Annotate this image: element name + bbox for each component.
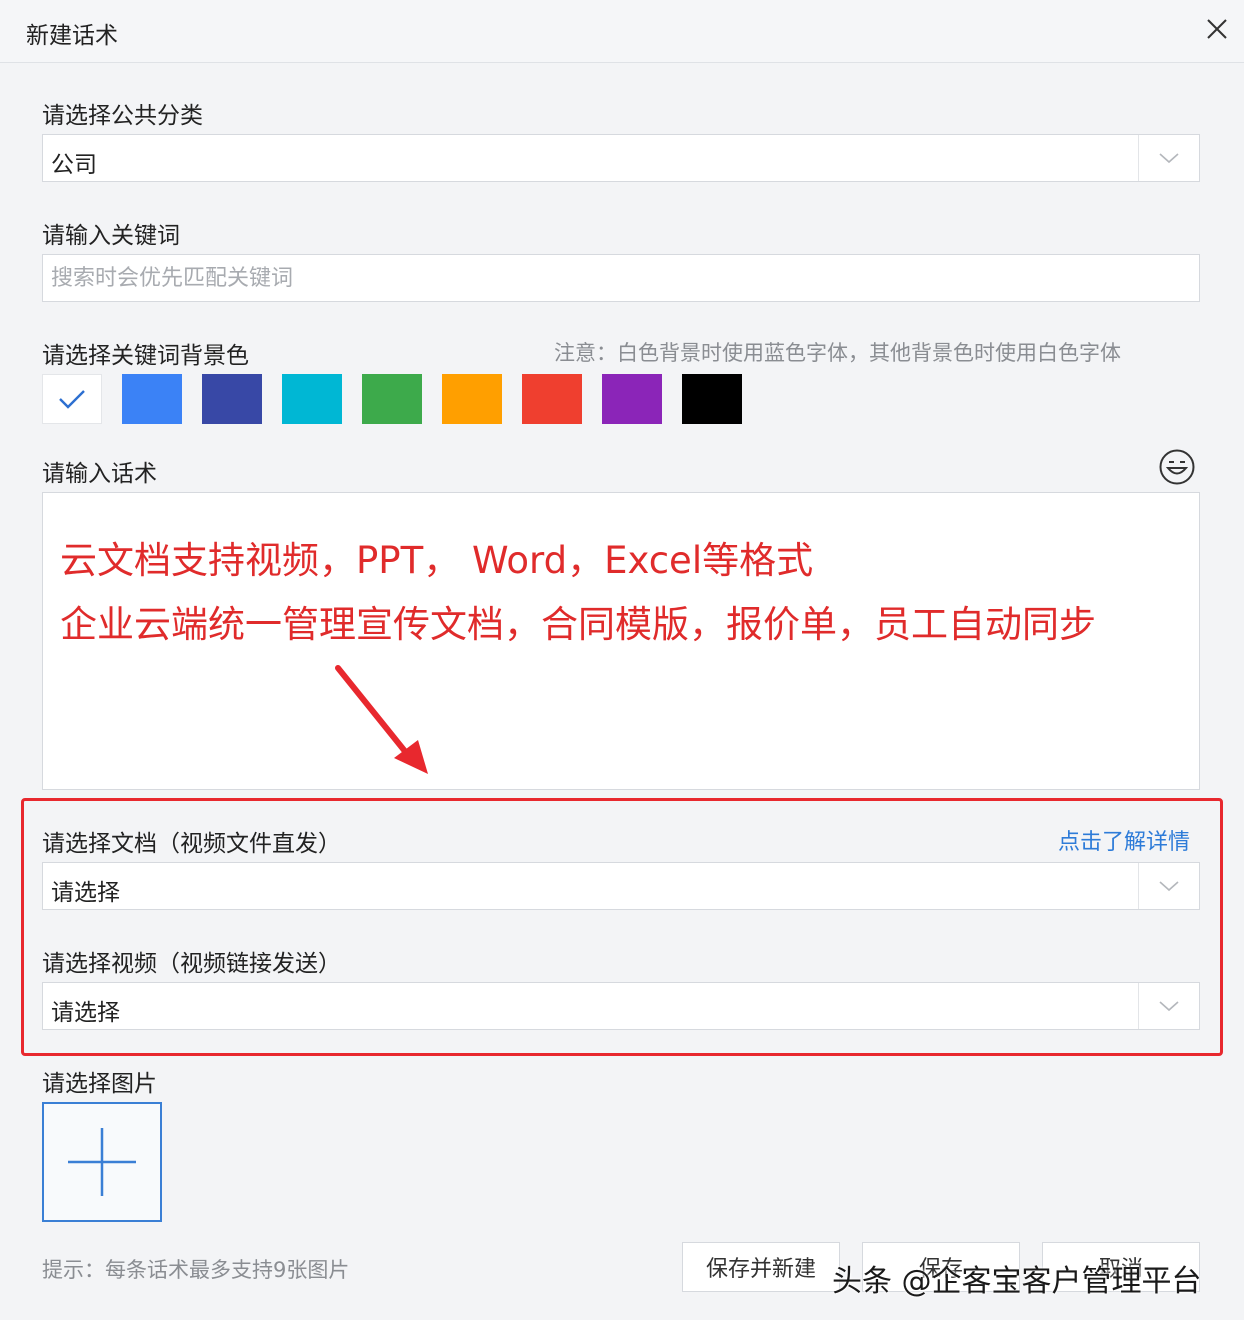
chevron-down-icon xyxy=(1138,135,1199,181)
video-select[interactable]: 请选择 xyxy=(42,982,1200,1030)
category-label: 请选择公共分类 xyxy=(42,103,203,129)
color-swatch-purple[interactable] xyxy=(602,374,662,424)
detail-link[interactable]: 点击了解详情 xyxy=(1058,824,1190,856)
document-value: 请选择 xyxy=(51,880,120,906)
annotation-arrow xyxy=(335,665,428,774)
watermark: 头条 @企客宝客户管理平台 xyxy=(832,1264,1202,1299)
color-swatch-black[interactable] xyxy=(682,374,742,424)
color-swatch-white[interactable] xyxy=(42,374,102,424)
annotation-line-2: 企业云端统一管理宣传文档，合同模版，报价单，员工自动同步 xyxy=(60,603,1096,646)
bg-color-note: 注意：白色背景时使用蓝色字体，其他背景色时使用白色字体 xyxy=(554,341,1121,365)
emoji-button[interactable] xyxy=(1158,448,1196,486)
color-swatch-green[interactable] xyxy=(362,374,422,424)
bg-color-label: 请选择关键词背景色 xyxy=(42,343,249,369)
close-icon xyxy=(1207,19,1227,39)
document-label: 请选择文档（视频文件直发） xyxy=(42,831,341,857)
script-label: 请输入话术 xyxy=(42,461,157,487)
color-swatch-orange[interactable] xyxy=(442,374,502,424)
category-value: 公司 xyxy=(51,152,97,178)
new-script-dialog: 新建话术 请选择公共分类 公司 请输入关键词 请选择关键词背景色 注意：白色背景… xyxy=(0,0,1244,1320)
image-label: 请选择图片 xyxy=(42,1071,157,1097)
keyword-input[interactable] xyxy=(42,254,1200,302)
plus-icon xyxy=(68,1128,136,1196)
document-select[interactable]: 请选择 xyxy=(42,862,1200,910)
color-swatch-indigo[interactable] xyxy=(202,374,262,424)
dialog-title: 新建话术 xyxy=(26,23,118,49)
category-select[interactable]: 公司 xyxy=(42,134,1200,182)
image-upload-button[interactable] xyxy=(42,1102,162,1222)
chevron-down-icon xyxy=(1138,863,1199,909)
close-button[interactable] xyxy=(1200,12,1234,46)
color-swatch-cyan[interactable] xyxy=(282,374,342,424)
video-value: 请选择 xyxy=(51,1000,120,1026)
image-hint: 提示：每条话术最多支持9张图片 xyxy=(42,1258,350,1282)
chevron-down-icon xyxy=(1138,983,1199,1029)
color-swatch-blue[interactable] xyxy=(122,374,182,424)
keyword-label: 请输入关键词 xyxy=(42,223,180,249)
video-label: 请选择视频（视频链接发送） xyxy=(42,951,341,977)
color-swatch-red[interactable] xyxy=(522,374,582,424)
save-and-new-button[interactable]: 保存并新建 xyxy=(682,1242,840,1292)
check-icon xyxy=(59,390,85,409)
annotation-line-1: 云文档支持视频，PPT， Word，Excel等格式 xyxy=(60,539,814,582)
emoji-icon xyxy=(1159,449,1195,485)
dialog-titlebar: 新建话术 xyxy=(0,0,1244,63)
